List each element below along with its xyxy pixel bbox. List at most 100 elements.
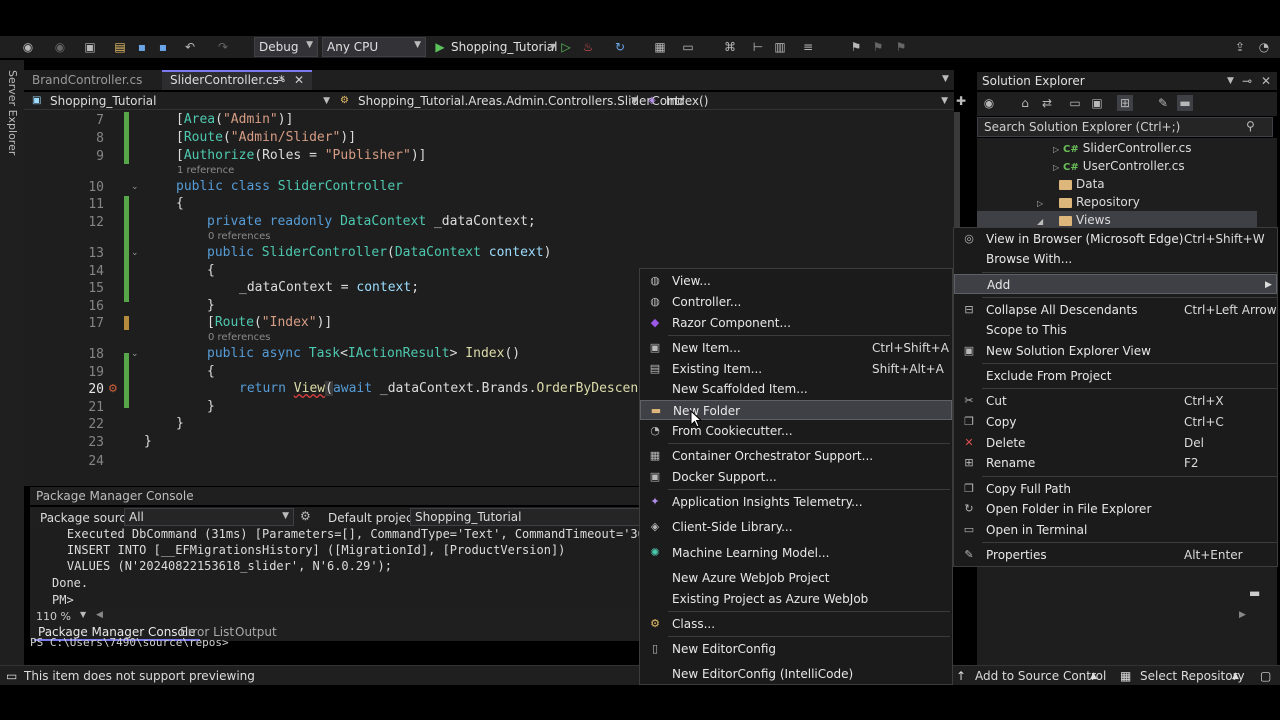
menu-new-solution-explorer-view[interactable]: ▣ New Solution Explorer View xyxy=(954,341,1277,361)
zoom-level[interactable]: 110 % xyxy=(36,610,71,623)
menu-add-client-side-library[interactable]: ◈ Client-Side Library... xyxy=(640,517,952,537)
pin-icon[interactable]: ⊸ xyxy=(1242,72,1252,90)
menu-add-razor-component[interactable]: ◆ Razor Component... xyxy=(640,313,952,333)
menu-add-editorconfig-intellicode[interactable]: New EditorConfig (IntelliCode) xyxy=(640,664,952,684)
menu-add-ml-model[interactable]: ✺ Machine Learning Model... xyxy=(640,543,952,563)
fold-toggle-icon[interactable]: ⌄ xyxy=(131,182,139,192)
pmc-output[interactable]: Executed DbCommand (31ms) [Parameters=[]… xyxy=(30,527,640,609)
menu-add[interactable]: Add ▶ xyxy=(954,274,1277,294)
navigate-forward-icon[interactable]: ◉ xyxy=(52,39,68,55)
menu-rename[interactable]: ⊞ Rename F2 xyxy=(954,453,1277,473)
console-prompt[interactable]: PM> xyxy=(52,593,74,607)
hot-reload-icon[interactable]: ♨ xyxy=(580,39,596,55)
tab-slider-controller[interactable]: SliderController.cs* ⊸ ✕ xyxy=(162,70,312,90)
menu-add-editorconfig[interactable]: ▯ New EditorConfig xyxy=(640,639,952,659)
open-file-icon[interactable]: ▤ xyxy=(112,39,128,55)
redo-icon[interactable]: ↷ xyxy=(215,39,231,55)
menu-properties[interactable]: ✎ Properties Alt+Enter xyxy=(954,545,1277,565)
navigate-back-icon[interactable]: ◉ xyxy=(20,39,36,55)
save-icon[interactable]: ▪ xyxy=(134,39,150,55)
refresh-icon[interactable]: ↻ xyxy=(612,39,628,55)
tree-item[interactable]: ▷ C# SliderController.cs xyxy=(977,139,1257,157)
menu-add-existing-webjob[interactable]: Existing Project as Azure WebJob xyxy=(640,589,952,609)
properties-wrench-icon[interactable]: ✎ xyxy=(1155,95,1171,111)
menu-add-from-cookiecutter[interactable]: ◔ From Cookiecutter... xyxy=(640,421,952,441)
align-icon[interactable]: ⊢ xyxy=(750,39,766,55)
new-project-icon[interactable]: ▣ xyxy=(82,39,98,55)
filter-icon[interactable]: ⊞ xyxy=(1117,95,1133,111)
notifications-icon[interactable]: ▢ xyxy=(1260,668,1271,684)
menu-collapse-all[interactable]: ⊟ Collapse All Descendants Ctrl+Left Arrow xyxy=(954,300,1277,320)
close-tab-icon[interactable]: ✕ xyxy=(294,72,304,89)
bookmark-next-icon[interactable]: ⚑ xyxy=(893,39,909,55)
format-icon[interactable]: ⌘ xyxy=(722,39,738,55)
tree-item[interactable]: ▷ C# UserController.cs xyxy=(977,157,1257,175)
menu-add-class[interactable]: ⚙ Class... xyxy=(640,614,952,634)
browser-link-icon[interactable]: ▦ xyxy=(652,39,668,55)
configuration-dropdown[interactable]: Debug ▼ xyxy=(254,37,318,57)
menu-add-app-insights[interactable]: ✦ Application Insights Telemetry... xyxy=(640,492,952,512)
bookmark-icon[interactable]: ⚑ xyxy=(848,39,864,55)
distribute-icon[interactable]: ▥ xyxy=(772,39,788,55)
source-control-icon[interactable]: ↑ xyxy=(956,668,966,684)
menu-add-new-item[interactable]: ▣ New Item... Ctrl+Shift+A xyxy=(640,338,952,358)
menu-add-existing-item[interactable]: ▤ Existing Item... Shift+Alt+A xyxy=(640,359,952,379)
comment-icon[interactable]: ≡ xyxy=(800,39,816,55)
default-project-dropdown[interactable]: Shopping_Tutorial xyxy=(410,508,640,526)
codelens-references[interactable]: 0 references xyxy=(208,332,271,343)
tree-item[interactable]: ▷ Repository xyxy=(977,193,1257,211)
menu-add-new-folder[interactable]: ▬ New Folder xyxy=(640,400,952,420)
close-icon[interactable]: ✕ xyxy=(1261,72,1271,90)
menu-browse-with[interactable]: Browse With... xyxy=(954,249,1277,269)
settings-gear-icon[interactable]: ⚙ xyxy=(300,509,311,523)
bookmark-prev-icon[interactable]: ⚑ xyxy=(870,39,886,55)
menu-add-scaffolded-item[interactable]: New Scaffolded Item... xyxy=(640,379,952,399)
menu-copy[interactable]: ❐ Copy Ctrl+C xyxy=(954,412,1277,432)
undo-icon[interactable]: ↶ xyxy=(182,39,198,55)
package-source-dropdown[interactable]: All ▼ xyxy=(124,508,294,526)
pin-icon[interactable]: ⊸ xyxy=(276,72,285,89)
tab-brand-controller[interactable]: BrandController.cs xyxy=(24,70,159,90)
preview-selected-icon[interactable]: ▬ xyxy=(1177,95,1193,111)
menu-add-controller[interactable]: ◍ Controller... xyxy=(640,292,952,312)
save-all-icon[interactable]: ▪ xyxy=(155,39,171,55)
layout-icon[interactable]: ▭ xyxy=(680,39,696,55)
menu-delete[interactable]: ✕ Delete Del xyxy=(954,433,1277,453)
codelens-references[interactable]: 0 references xyxy=(208,231,271,242)
zoom-dropdown-icon[interactable]: ▼ xyxy=(80,610,86,619)
fold-toggle-icon[interactable]: ⌄ xyxy=(131,248,139,258)
editor-scrollbar[interactable] xyxy=(954,112,960,232)
platform-dropdown[interactable]: Any CPU ▼ xyxy=(322,37,426,57)
sync-icon[interactable]: ⇄ xyxy=(1039,95,1055,111)
codelens-references[interactable]: 1 reference xyxy=(177,165,234,176)
home-icon[interactable]: ⌂ xyxy=(1017,95,1033,111)
member-dropdown[interactable]: ◈ Index() ▼ xyxy=(644,92,952,110)
tab-overflow-icon[interactable]: ▼ xyxy=(942,74,949,84)
add-to-source-control[interactable]: Add to Source Control xyxy=(975,668,1106,684)
share-icon[interactable]: ⇪ xyxy=(1232,39,1248,55)
split-editor-icon[interactable]: ✚ xyxy=(956,94,966,108)
menu-open-folder-in-file-explorer[interactable]: ↻ Open Folder in File Explorer xyxy=(954,499,1277,519)
start-debug-icon[interactable]: ▶ xyxy=(432,39,448,55)
solution-explorer-search[interactable]: Search Solution Explorer (Ctrl+;) ⚲ xyxy=(977,117,1273,137)
select-repository[interactable]: Select Repository xyxy=(1140,668,1245,684)
repository-icon[interactable]: ▦ xyxy=(1120,668,1131,684)
menu-add-docker-support[interactable]: ▣ Docker Support... xyxy=(640,467,952,487)
window-position-icon[interactable]: ▼ xyxy=(1227,72,1234,90)
project-dropdown[interactable]: ▣ Shopping_Tutorial ▼ xyxy=(28,92,334,110)
fold-toggle-icon[interactable]: ⌄ xyxy=(131,349,139,359)
menu-add-container-orchestrator[interactable]: ▦ Container Orchestrator Support... xyxy=(640,446,952,466)
menu-cut[interactable]: ✂ Cut Ctrl+X xyxy=(954,391,1277,411)
scroll-left-icon[interactable]: ◀ xyxy=(96,610,103,620)
back-icon[interactable]: ◉ xyxy=(981,95,997,111)
menu-add-azure-webjob[interactable]: New Azure WebJob Project xyxy=(640,568,952,588)
menu-exclude-from-project[interactable]: Exclude From Project xyxy=(954,366,1277,386)
run-target-label[interactable]: Shopping_Tutorial xyxy=(451,40,557,54)
show-all-files-icon[interactable]: ▣ xyxy=(1089,95,1105,111)
server-explorer-tab[interactable]: Server Explorer xyxy=(5,70,19,160)
menu-view-in-browser[interactable]: ◎ View in Browser (Microsoft Edge) Ctrl+Sh… xyxy=(954,229,1277,249)
scroll-end-icon[interactable]: ▬ xyxy=(1249,586,1260,600)
menu-scope-to-this[interactable]: Scope to This xyxy=(954,320,1277,340)
menu-open-in-terminal[interactable]: ▭ Open in Terminal xyxy=(954,520,1277,540)
menu-add-view[interactable]: ◍ View... xyxy=(640,271,952,291)
